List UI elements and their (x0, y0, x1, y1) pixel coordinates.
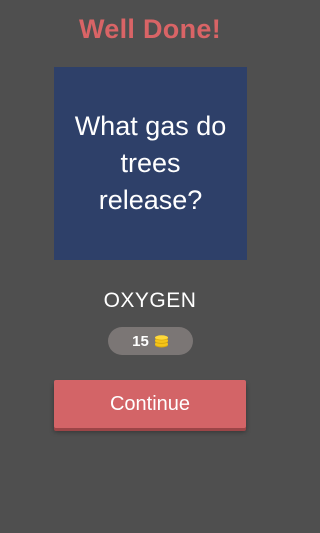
result-screen: Well Done! What gas do trees release? OX… (0, 0, 300, 533)
reward-badge: 15 (108, 327, 193, 355)
answer-text: OXYGEN (103, 289, 197, 312)
question-text: What gas do trees release? (74, 111, 227, 215)
continue-button[interactable]: Continue (54, 380, 246, 428)
page-title: Well Done! (78, 14, 221, 44)
question-card: What gas do trees release? (54, 67, 247, 260)
reward-amount: 15 (132, 332, 149, 350)
coin-stack-icon (154, 334, 169, 348)
